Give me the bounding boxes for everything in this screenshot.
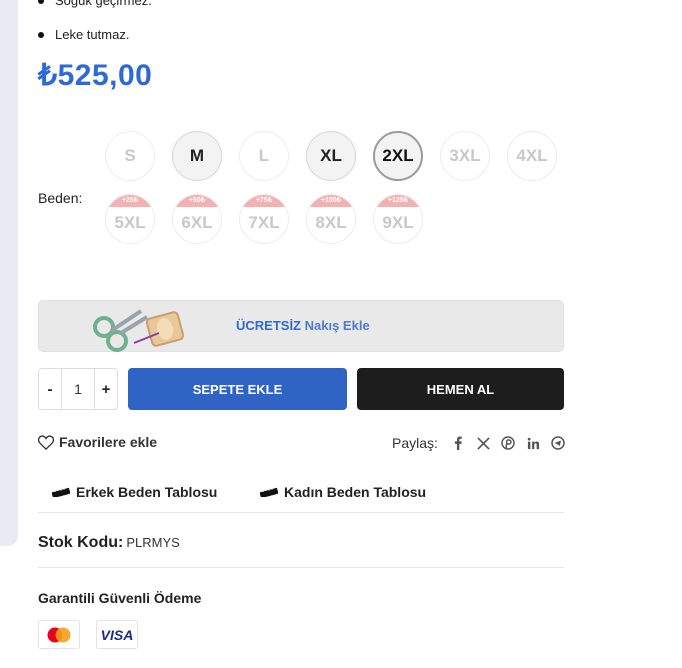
quantity-input[interactable]: 1 xyxy=(61,369,95,409)
add-to-cart-button[interactable]: SEPETE EKLE xyxy=(128,368,347,410)
embroidery-text: ÜCRETSİZ Nakış Ekle xyxy=(236,318,370,333)
stock-code-value: PLRMYS xyxy=(126,535,180,550)
size-option-xl[interactable]: XL xyxy=(306,131,356,181)
size-option-l[interactable]: L xyxy=(239,131,289,181)
price-surcharge-badge: +50₺ xyxy=(173,195,221,207)
size-option-5xl[interactable]: +25₺ 5XL xyxy=(105,194,155,244)
size-label: Beden: xyxy=(38,190,83,206)
female-size-chart-link[interactable]: Kadın Beden Tablosu xyxy=(260,484,426,500)
price-surcharge-badge: +25₺ xyxy=(106,195,154,207)
size-option-m[interactable]: M xyxy=(172,131,222,181)
pinterest-icon[interactable] xyxy=(496,434,521,452)
left-panel-edge xyxy=(0,0,18,546)
size-option-3xl[interactable]: 3XL xyxy=(440,131,490,181)
stock-code: Stok Kodu: PLRMYS xyxy=(38,534,180,551)
feature-list: Soğuk geçirmez. Leke tutmaz. xyxy=(38,0,152,58)
feature-item: Leke tutmaz. xyxy=(38,24,152,58)
divider xyxy=(38,567,564,568)
quantity-increase-button[interactable]: + xyxy=(95,369,117,409)
facebook-icon[interactable] xyxy=(446,434,471,452)
mastercard-icon xyxy=(38,620,80,649)
linkedin-icon[interactable] xyxy=(521,434,546,452)
ruler-icon xyxy=(260,487,278,497)
share-label: Paylaş: xyxy=(392,435,438,451)
size-option-6xl[interactable]: +50₺ 6XL xyxy=(172,194,222,244)
scissors-thread-icon xyxy=(89,303,189,358)
product-price: ₺525,00 xyxy=(38,59,153,92)
size-option-4xl[interactable]: 4XL xyxy=(507,131,557,181)
heart-icon xyxy=(38,434,54,450)
x-icon[interactable] xyxy=(471,434,496,452)
buy-now-button[interactable]: HEMEN AL xyxy=(357,368,564,410)
ruler-icon xyxy=(52,487,70,497)
price-surcharge-badge: +125₺ xyxy=(374,195,422,207)
size-option-s[interactable]: S xyxy=(105,131,155,181)
secure-payment-title: Garantili Güvenli Ödeme xyxy=(38,590,202,606)
size-option-9xl[interactable]: +125₺ 9XL xyxy=(373,194,423,244)
quantity-decrease-button[interactable]: - xyxy=(39,369,61,409)
visa-icon: VISA xyxy=(96,620,138,649)
size-option-7xl[interactable]: +75₺ 7XL xyxy=(239,194,289,244)
quantity-stepper[interactable]: - 1 + xyxy=(38,368,118,410)
size-option-2xl[interactable]: 2XL xyxy=(373,131,423,181)
add-to-favorites-link[interactable]: Favorilere ekle xyxy=(38,434,157,450)
male-size-chart-link[interactable]: Erkek Beden Tablosu xyxy=(52,484,217,500)
feature-item: Soğuk geçirmez. xyxy=(38,0,152,24)
price-surcharge-badge: +75₺ xyxy=(240,195,288,207)
size-option-8xl[interactable]: +100₺ 8XL xyxy=(306,194,356,244)
size-chart-links: Erkek Beden Tablosu Kadın Beden Tablosu xyxy=(38,478,564,513)
telegram-icon[interactable] xyxy=(546,434,571,452)
price-surcharge-badge: +100₺ xyxy=(307,195,355,207)
share-bar: Paylaş: xyxy=(392,434,571,452)
free-embroidery-banner[interactable]: ÜCRETSİZ Nakış Ekle xyxy=(38,300,564,352)
